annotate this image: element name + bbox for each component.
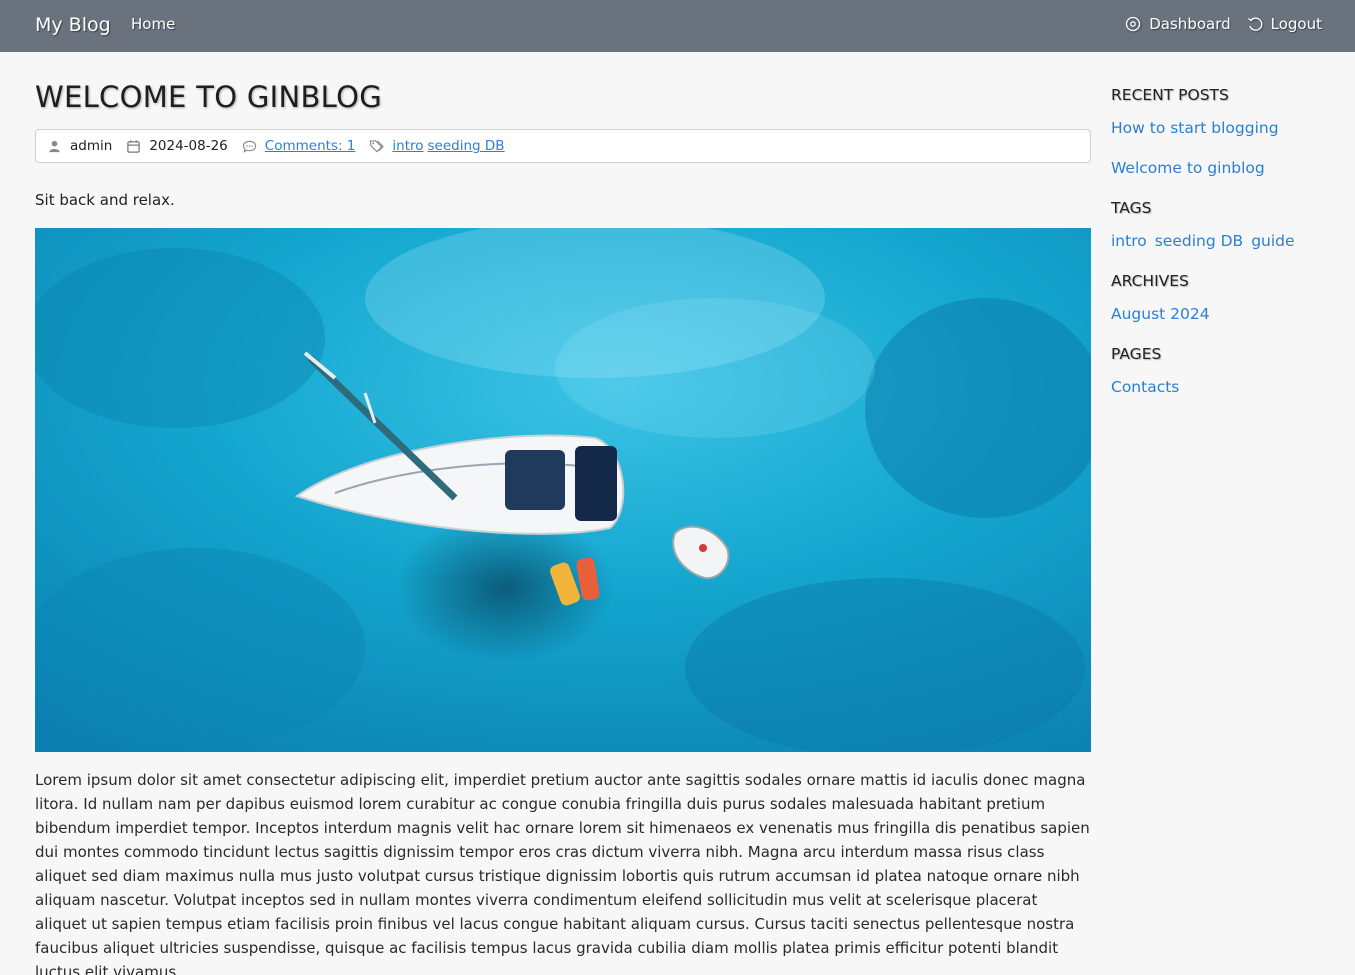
recent-posts-heading: RECENT POSTS xyxy=(1111,86,1229,104)
post-meta-bar: admin 2024-08-26 Comments: 1 intro seedi… xyxy=(35,129,1091,163)
meta-author: admin xyxy=(47,138,112,154)
meta-tag-list: intro seeding DB xyxy=(392,138,504,154)
sidebar-archive-list: August 2024 xyxy=(1111,303,1341,325)
archives-heading: ARCHIVES xyxy=(1111,272,1189,290)
nav-dashboard-link[interactable]: Dashboard xyxy=(1125,14,1231,34)
meta-tags: intro seeding DB xyxy=(369,138,505,154)
nav-right-group: Dashboard Logout xyxy=(1125,14,1322,34)
nav-dashboard-label: Dashboard xyxy=(1149,15,1231,33)
meta-date-value: 2024-08-26 xyxy=(149,138,228,154)
sidebar-pages: PAGES Contacts xyxy=(1111,343,1341,398)
meta-author-name: admin xyxy=(70,138,113,154)
sidebar: RECENT POSTS How to start blogging Welco… xyxy=(1111,84,1341,398)
nav-logout-label: Logout xyxy=(1270,15,1322,33)
top-navbar: My Blog Home Dashboard Logout xyxy=(0,0,1355,52)
user-icon xyxy=(49,140,60,152)
nav-home-link[interactable]: Home xyxy=(131,14,175,34)
sidebar-tags: TAGS intro seeding DB guide xyxy=(1111,197,1341,252)
sidebar-tag-seeding-db[interactable]: seeding DB xyxy=(1155,230,1243,252)
pages-heading: PAGES xyxy=(1111,345,1162,363)
sidebar-tag-list: intro seeding DB guide xyxy=(1111,230,1341,252)
sidebar-recent-posts: RECENT POSTS How to start blogging Welco… xyxy=(1111,84,1341,179)
recent-post-link[interactable]: Welcome to ginblog xyxy=(1111,157,1341,179)
meta-comments: Comments: 1 xyxy=(242,138,356,154)
sailboat-photo xyxy=(35,228,1091,752)
post-lead: Sit back and relax. xyxy=(35,191,175,209)
page-link-contacts[interactable]: Contacts xyxy=(1111,376,1179,398)
meta-date: 2024-08-26 xyxy=(126,138,228,154)
calendar-icon xyxy=(127,139,141,153)
meta-tag-link-intro[interactable]: intro xyxy=(392,138,423,154)
comment-icon xyxy=(242,140,256,153)
tags-heading: TAGS xyxy=(1111,199,1152,217)
sidebar-tag-intro[interactable]: intro xyxy=(1111,230,1147,252)
brand-link[interactable]: My Blog xyxy=(35,12,111,38)
post-title: WELCOME TO GINBLOG xyxy=(35,80,382,114)
recent-post-link[interactable]: How to start blogging xyxy=(1111,117,1341,139)
undo-arrow-icon xyxy=(1247,17,1262,31)
sidebar-page-list: Contacts xyxy=(1111,376,1341,398)
tags-icon xyxy=(370,139,385,152)
meta-comments-link[interactable]: Comments: 1 xyxy=(265,138,356,154)
sidebar-tag-guide[interactable]: guide xyxy=(1251,230,1294,252)
post-body: Lorem ipsum dolor sit amet consectetur a… xyxy=(35,771,1090,975)
post-hero-image xyxy=(35,228,1091,752)
meta-tag-link-seeding-db[interactable]: seeding DB xyxy=(428,138,505,154)
archive-link[interactable]: August 2024 xyxy=(1111,303,1210,325)
palette-icon xyxy=(1126,16,1141,32)
sidebar-archives: ARCHIVES August 2024 xyxy=(1111,270,1341,325)
nav-logout-link[interactable]: Logout xyxy=(1247,14,1322,34)
